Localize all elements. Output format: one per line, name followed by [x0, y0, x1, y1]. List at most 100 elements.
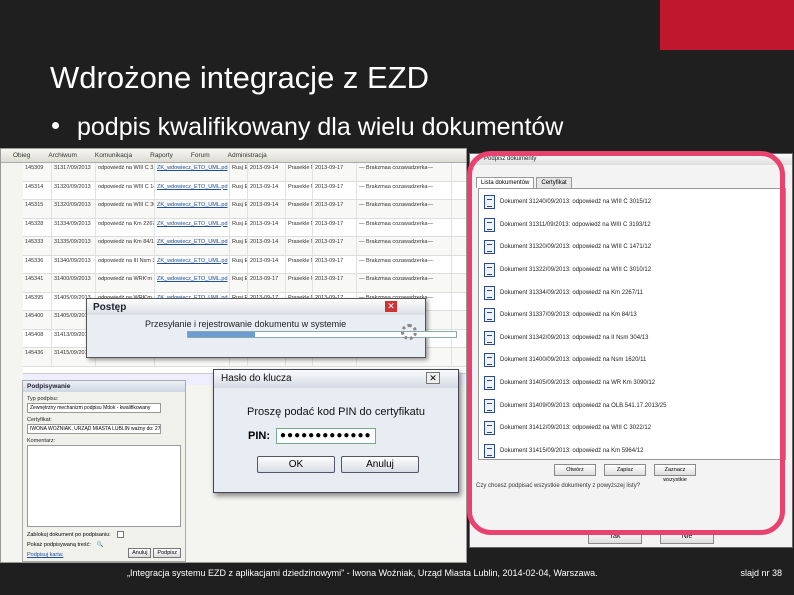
table-cell: — Brakzmaa cozawadzerka— [357, 255, 452, 273]
progress-dialog: Postęp ✕ Przesyłanie i rejestrowanie dok… [86, 298, 457, 358]
tab-komunikacja[interactable]: Komunikacja [95, 152, 132, 159]
table-cell: Rusj Edito [230, 274, 248, 292]
list-item[interactable]: Dokument 31320/09/2013: odpowiedź na WII… [484, 236, 780, 259]
list-item[interactable]: Dokument 31415/09/2013: odpowiedź na Km … [484, 440, 780, 459]
document-list: Dokument 31240/09/2013: odpowiedź na WII… [478, 188, 786, 460]
document-label: Dokument 31342/09/2013: odpowiedź na II … [500, 334, 649, 341]
list-item[interactable]: Dokument 31311/09/2013: odpowiedź na WII… [484, 214, 780, 237]
table-cell: 31317/09/2013 [52, 163, 96, 181]
document-icon [484, 421, 495, 436]
table-cell: 31400/09/2013 [52, 274, 96, 292]
table-row[interactable]: 145314 31320/09/2013 odpowiedź na WIII C 1… [23, 181, 466, 200]
doc-list-buttons: Otwórz Zapisz Zaznacz wszystkie [554, 464, 696, 483]
doc-dialog-title: Podpisz dokumenty [470, 154, 792, 165]
table-cell: Prasekle Marzn [286, 274, 313, 292]
list-item[interactable]: Dokument 31405/09/2013: odpowiedź na WR … [484, 372, 780, 395]
close-icon[interactable]: ✕ [426, 372, 440, 384]
sign-documents-dialog: Podpisz dokumenty Lista dokumentów Certy… [469, 153, 793, 548]
no-button[interactable]: Nie [660, 530, 714, 544]
save-button[interactable]: Zapisz [604, 464, 646, 476]
table-cell: Rusj Edito [230, 181, 248, 199]
table-cell: 2013-09-17 [313, 237, 357, 255]
table-cell: 31340/09/2013 [52, 255, 96, 273]
progress-bar-fill [188, 332, 255, 337]
yes-button[interactable]: Tak [588, 530, 642, 544]
slide-title: Wdrożone integracje z EZD [50, 60, 430, 95]
list-item[interactable]: Dokument 31322/09/2013: odpowiedź na WII… [484, 259, 780, 282]
table-cell[interactable]: ZK_wdowiecz_ETO_UML.pd [155, 181, 230, 199]
table-cell[interactable]: ZK_wdowiecz_ETO_UML.pd [155, 237, 230, 255]
pin-row: PIN: ●●●●●●●●●●●●● [248, 428, 458, 444]
tab-raporty[interactable]: Raporty [150, 152, 173, 159]
table-cell: 2013-09-14 [248, 163, 286, 181]
table-cell: Prasekle Marzn [286, 181, 313, 199]
list-item[interactable]: Dokument 31334/09/2013: odpowiedź na Km … [484, 281, 780, 304]
table-row[interactable]: 14534131400/09/2013odpowiedź na WRK'm 16… [23, 274, 466, 293]
list-item[interactable]: Dokument 31337/09/2013: odpowiedź na Km … [484, 304, 780, 327]
document-label: Dokument 31405/09/2013: odpowiedź na WR … [500, 380, 656, 387]
tab-administracja[interactable]: Administracja [228, 152, 267, 159]
table-cell: Prasekle Marzn [286, 237, 313, 255]
certificate-field[interactable]: IWONA WOŹNIAK, URZĄD MIASTA LUBLIN ważny… [27, 424, 161, 434]
document-label: Dokument 31412/09/2013: odpowiedź na WII… [500, 425, 652, 432]
table-cell[interactable]: ZK_wdowiecz_ETO_UML.pd [155, 218, 230, 236]
document-icon [484, 263, 495, 278]
table-cell: 2013-09-14 [248, 237, 286, 255]
table-cell[interactable]: ZK_wdowiecz_ETO_UML.pd [155, 274, 230, 292]
brand-accent-block [660, 0, 794, 50]
list-item[interactable]: Dokument 31400/09/2013: odpowiedź na Nsm… [484, 349, 780, 372]
list-item[interactable]: Dokument 31342/09/2013: odpowiedź na II … [484, 327, 780, 350]
signing-panel: Podpisywanie Typ podpisu: Zewnętrzny mec… [22, 380, 186, 562]
bullet-text: podpis kwalifikowany dla wielu dokumentó… [77, 113, 564, 141]
pin-input[interactable]: ●●●●●●●●●●●●● [276, 428, 376, 444]
confirmation-note: Czy chcesz podpisać wszystkie dokumenty … [476, 483, 641, 489]
table-cell[interactable]: ZK_wdowiecz_ETO_UML.pd [155, 200, 230, 218]
ok-button[interactable]: OK [257, 456, 335, 473]
document-label: Dokument 31415/09/2013: odpowiedź na Km … [500, 447, 644, 454]
table-cell[interactable]: ZK_wdowiecz_ETO_UML.pd [155, 163, 230, 181]
comment-textarea[interactable] [27, 445, 181, 527]
app-menu-tabs: Obieg Archiwum Komunikacja Raporty Forum… [1, 149, 466, 163]
table-cell: 2013-09-17 [313, 163, 357, 181]
table-cell: Prasekle Marzn [286, 255, 313, 273]
table-row[interactable]: 145333 31335/09/2013 odpowiedź na Km 84/13… [23, 237, 466, 256]
open-button[interactable]: Otwórz [554, 464, 596, 476]
table-cell: odpowiedź na Km 84/13 [96, 237, 155, 255]
list-item[interactable]: Dokument 31409/09/2013: odpowiedź na OLB… [484, 394, 780, 417]
tab-forum[interactable]: Forum [191, 152, 210, 159]
tab-document-list[interactable]: Lista dokumentów [476, 177, 535, 188]
signature-type-select[interactable]: Zewnętrzny mechanizm podpisu Mdok - kwal… [27, 403, 161, 413]
sign-button[interactable]: Podpisz [153, 548, 181, 558]
document-icon [484, 398, 495, 413]
lock-checkbox[interactable] [116, 531, 124, 538]
table-cell: 145395 [23, 292, 52, 310]
table-cell: 145341 [23, 274, 52, 292]
cancel-button[interactable]: Anuluj [128, 548, 152, 558]
table-row[interactable]: 145309 31317/09/2013 odpowiedź na WIII C 3… [23, 163, 466, 182]
tab-certificate[interactable]: Certyfikat [536, 177, 572, 188]
table-cell: 31320/09/2013 [52, 181, 96, 199]
document-label: Dokument 31240/09/2013: odpowiedź na WII… [500, 199, 652, 206]
table-cell[interactable]: ZK_wdowiecz_ETO_UML.pd [155, 255, 230, 273]
table-cell: 145314 [23, 181, 52, 199]
table-row[interactable]: 145315 31320/09/2013 odpowiedź na WIII C 3… [23, 200, 466, 219]
list-item[interactable]: Dokument 31240/09/2013: odpowiedź na WII… [484, 191, 780, 214]
cancel-button[interactable]: Anuluj [341, 456, 419, 473]
table-cell: 145333 [23, 237, 52, 255]
table-cell: — Brakzmaa cozawadzerka— [357, 274, 452, 292]
list-item[interactable]: Dokument 31412/09/2013: odpowiedź na WII… [484, 417, 780, 440]
tab-archiwum[interactable]: Archiwum [48, 152, 77, 159]
tab-obieg[interactable]: Obieg [13, 152, 30, 159]
signature-type-label: Typ podpisu: [27, 396, 59, 402]
search-icon[interactable]: 🔍 [97, 542, 104, 548]
close-icon[interactable]: ✕ [385, 301, 397, 312]
select-all-button[interactable]: Zaznacz wszystkie [654, 464, 696, 483]
table-row[interactable]: 14532831334/09/2013odpowiedź na Km 2267/… [23, 218, 466, 237]
table-cell: Prasekle Marzn [286, 218, 313, 236]
table-cell: 2013-09-17 [313, 274, 357, 292]
document-icon [484, 195, 495, 210]
table-row[interactable]: 145336 31340/09/2013 odpowiedź na III Nsm … [23, 255, 466, 274]
table-cell: 145328 [23, 218, 52, 236]
document-label: Dokument 31320/09/2013: odpowiedź na WII… [500, 244, 652, 251]
table-cell: 2013-09-14 [248, 255, 286, 273]
